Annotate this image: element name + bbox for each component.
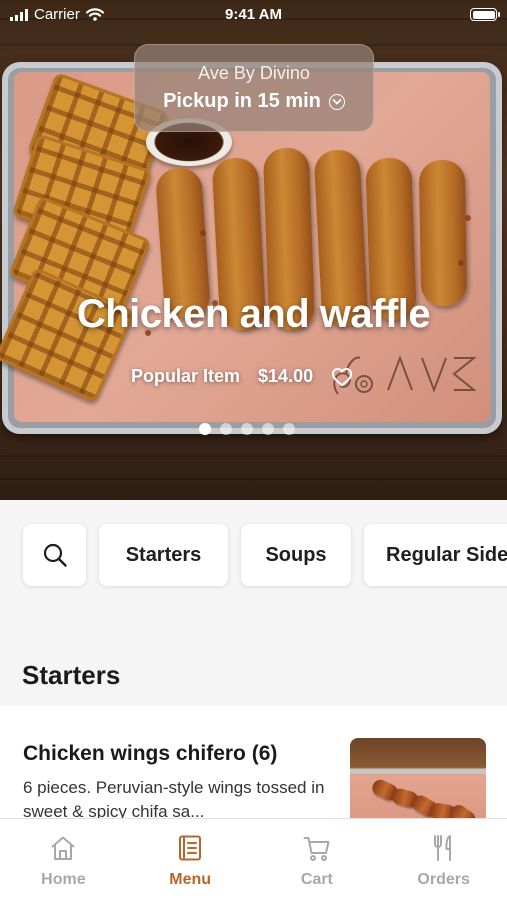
bottom-tab-bar: Home Menu Cart Orders <box>0 818 507 900</box>
category-chip-regular-sides[interactable]: Regular Sides <box>364 524 507 586</box>
restaurant-name: Ave By Divino <box>198 63 310 83</box>
carousel-pagination[interactable] <box>199 423 295 435</box>
menu-item-card[interactable]: Chicken wings chifero (6) 6 pieces. Peru… <box>0 706 507 836</box>
heart-icon[interactable] <box>331 367 353 387</box>
category-chip-label: Soups <box>265 543 327 566</box>
popular-badge: Popular Item <box>131 366 241 386</box>
pickup-selector[interactable]: Ave By Divino Pickup in 15 min <box>134 44 374 132</box>
tab-label: Home <box>41 871 86 888</box>
carousel-dot[interactable] <box>241 423 253 435</box>
tab-cart[interactable]: Cart <box>254 819 381 900</box>
category-chip-label: Regular Sides <box>386 543 507 566</box>
carousel-dot[interactable] <box>283 423 295 435</box>
search-button[interactable] <box>23 524 86 586</box>
carousel-dot[interactable] <box>199 423 211 435</box>
sauce-drop <box>465 215 471 221</box>
home-icon <box>51 836 76 860</box>
carousel-dot[interactable] <box>262 423 274 435</box>
pickup-time-label: Pickup in 15 min <box>163 90 321 112</box>
category-chip-label: Starters <box>125 543 202 566</box>
menu-item-description: 6 pieces. Peruvian-style wings tossed in… <box>23 778 325 821</box>
sauce-drop <box>200 230 206 236</box>
cart-icon <box>303 837 330 861</box>
section-heading: Starters <box>22 660 121 690</box>
battery-icon <box>470 8 500 21</box>
tab-label: Menu <box>169 871 212 888</box>
hero-banner[interactable]: Ave By Divino Pickup in 15 min Chicken a… <box>0 0 507 500</box>
chevron-down-icon <box>328 93 345 110</box>
fork-knife-icon <box>433 835 451 861</box>
menu-item-name: Chicken wings chifero (6) <box>23 742 278 765</box>
sauce-drop <box>458 260 464 266</box>
category-chip-starters[interactable]: Starters <box>99 524 228 586</box>
wood-grain <box>0 455 507 457</box>
pickup-time[interactable]: Pickup in 15 min <box>163 90 345 113</box>
category-bar: Starters Soups Regular Sides <box>0 500 507 610</box>
tab-menu[interactable]: Menu <box>127 819 254 900</box>
status-time: 9:41 AM <box>225 6 282 23</box>
featured-item-title: Chicken and waffle <box>76 292 431 336</box>
wood-grain <box>0 478 507 480</box>
menu-book-icon <box>179 835 202 861</box>
tab-home[interactable]: Home <box>0 819 127 900</box>
carousel-dot[interactable] <box>220 423 232 435</box>
featured-item-meta: Popular Item $14.00 <box>131 366 353 387</box>
search-icon <box>43 543 67 567</box>
tab-orders[interactable]: Orders <box>380 819 507 900</box>
featured-item-price: $14.00 <box>258 366 314 386</box>
tab-label: Cart <box>300 871 333 888</box>
tab-label: Orders <box>417 871 470 888</box>
category-chip-soups[interactable]: Soups <box>241 524 351 586</box>
status-bar: Carrier 9:41 AM <box>0 0 507 30</box>
chicken-tender <box>418 159 468 307</box>
